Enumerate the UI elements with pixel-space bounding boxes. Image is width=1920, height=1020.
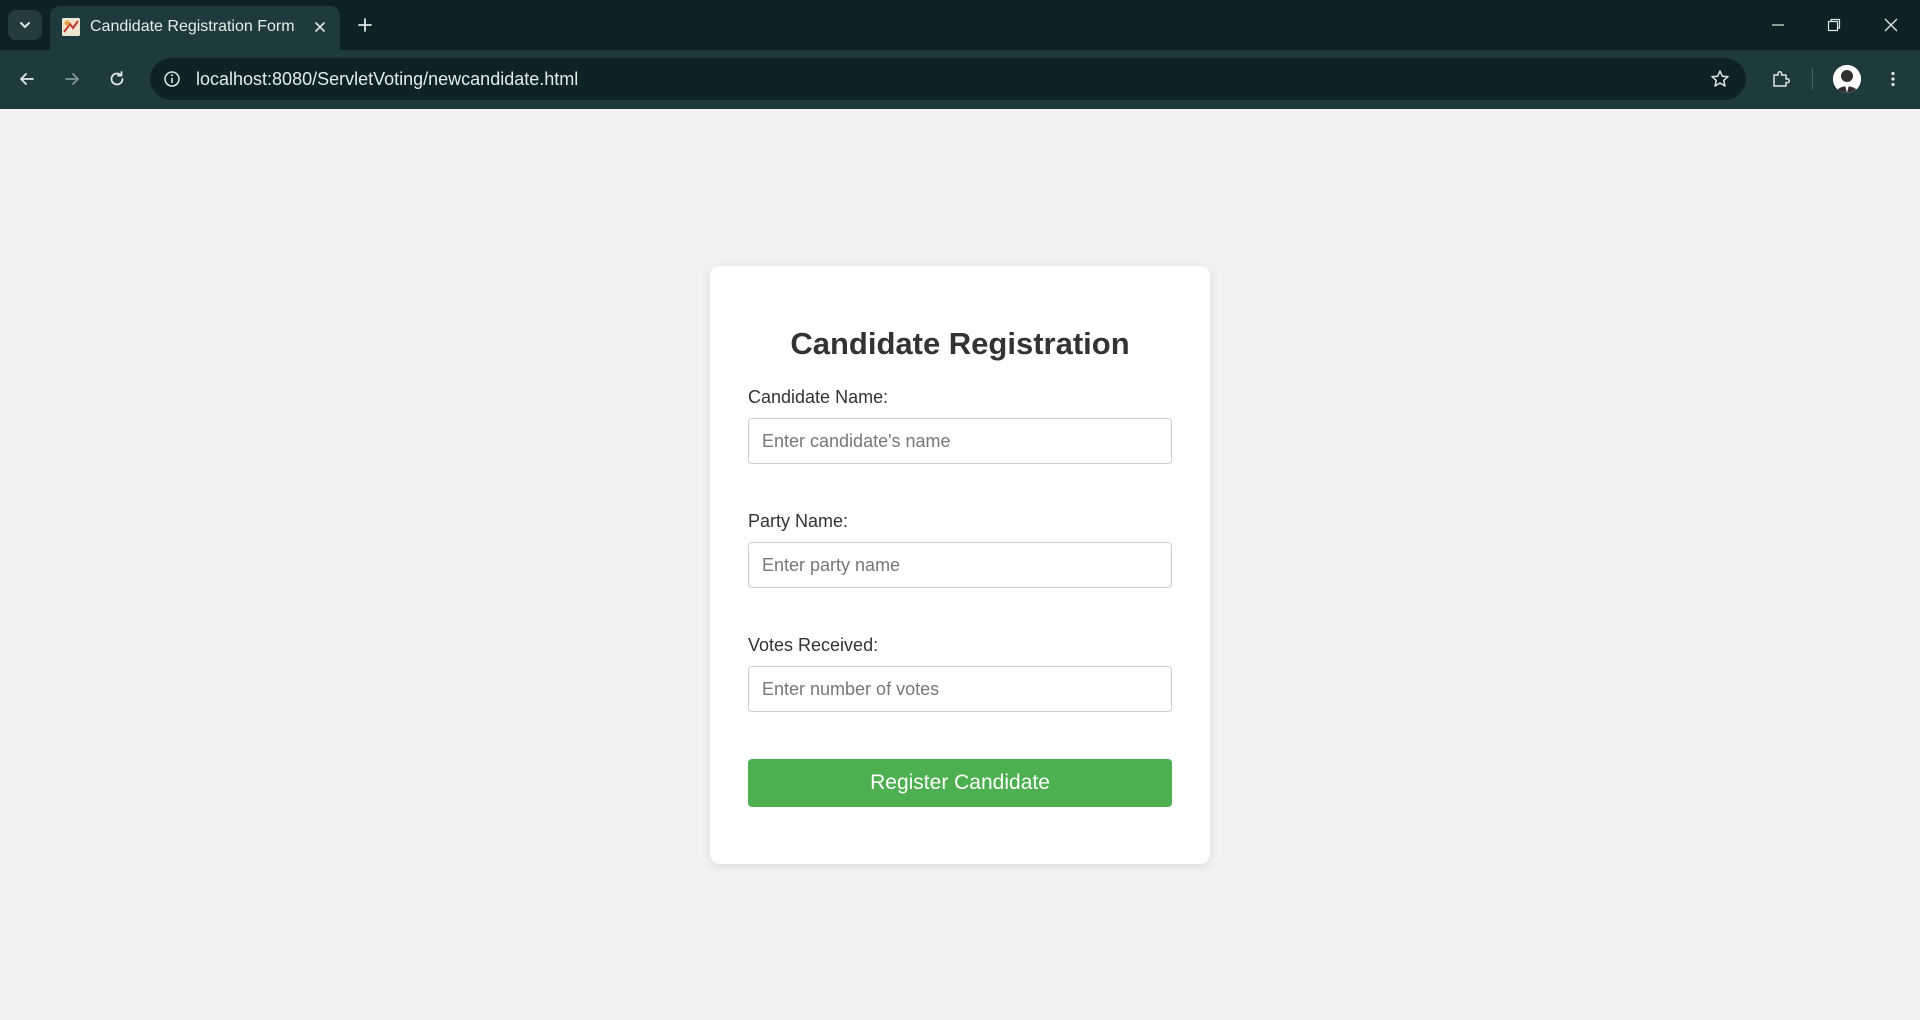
puzzle-icon xyxy=(1773,70,1791,87)
registration-card: Candidate Registration Candidate Name: P… xyxy=(710,266,1210,864)
browser-tab-strip: Candidate Registration Form xyxy=(0,0,1920,50)
reload-icon xyxy=(110,71,124,86)
profile-avatar[interactable] xyxy=(1833,65,1861,93)
address-bar[interactable]: localhost:8080/ServletVoting/newcandidat… xyxy=(150,58,1746,100)
plus-icon xyxy=(358,18,372,32)
chevron-down-icon xyxy=(20,22,30,29)
tab-title: Candidate Registration Form xyxy=(90,18,295,35)
browser-tab-active[interactable]: Candidate Registration Form xyxy=(50,6,340,50)
arrow-left-icon xyxy=(20,73,34,85)
window-minimize-button[interactable] xyxy=(1758,10,1798,40)
new-tab-button[interactable] xyxy=(352,12,378,38)
restore-icon xyxy=(1827,18,1841,32)
tab-close-button[interactable] xyxy=(310,17,330,37)
more-vertical-icon xyxy=(1891,71,1895,87)
toolbar-divider xyxy=(1812,68,1813,90)
candidate-name-input[interactable] xyxy=(748,418,1172,464)
close-icon xyxy=(1884,18,1898,32)
star-icon xyxy=(1711,70,1729,87)
tab-favicon-icon xyxy=(62,18,80,36)
tab-search-button[interactable] xyxy=(8,10,42,40)
info-icon xyxy=(164,71,180,87)
arrow-right-icon xyxy=(65,73,79,85)
window-restore-button[interactable] xyxy=(1814,10,1854,40)
window-close-button[interactable] xyxy=(1871,10,1911,40)
page-title: Candidate Registration xyxy=(790,326,1130,361)
reload-button[interactable] xyxy=(100,62,134,96)
party-name-input[interactable] xyxy=(748,542,1172,588)
votes-received-input[interactable] xyxy=(748,666,1172,712)
browser-menu-button[interactable] xyxy=(1876,62,1910,96)
browser-toolbar: localhost:8080/ServletVoting/newcandidat… xyxy=(0,50,1920,109)
candidate-name-label: Candidate Name: xyxy=(748,387,889,407)
minimize-icon xyxy=(1772,24,1784,26)
site-info-button[interactable] xyxy=(160,67,184,91)
bookmark-button[interactable] xyxy=(1708,67,1732,91)
extensions-button[interactable] xyxy=(1764,62,1798,96)
votes-received-label: Votes Received: xyxy=(748,635,879,655)
register-candidate-button[interactable]: Register Candidate xyxy=(748,759,1172,807)
close-icon xyxy=(315,22,325,32)
forward-button[interactable] xyxy=(55,62,89,96)
party-name-label: Party Name: xyxy=(748,511,849,531)
back-button[interactable] xyxy=(10,62,44,96)
address-url-text: localhost:8080/ServletVoting/newcandidat… xyxy=(196,69,579,89)
